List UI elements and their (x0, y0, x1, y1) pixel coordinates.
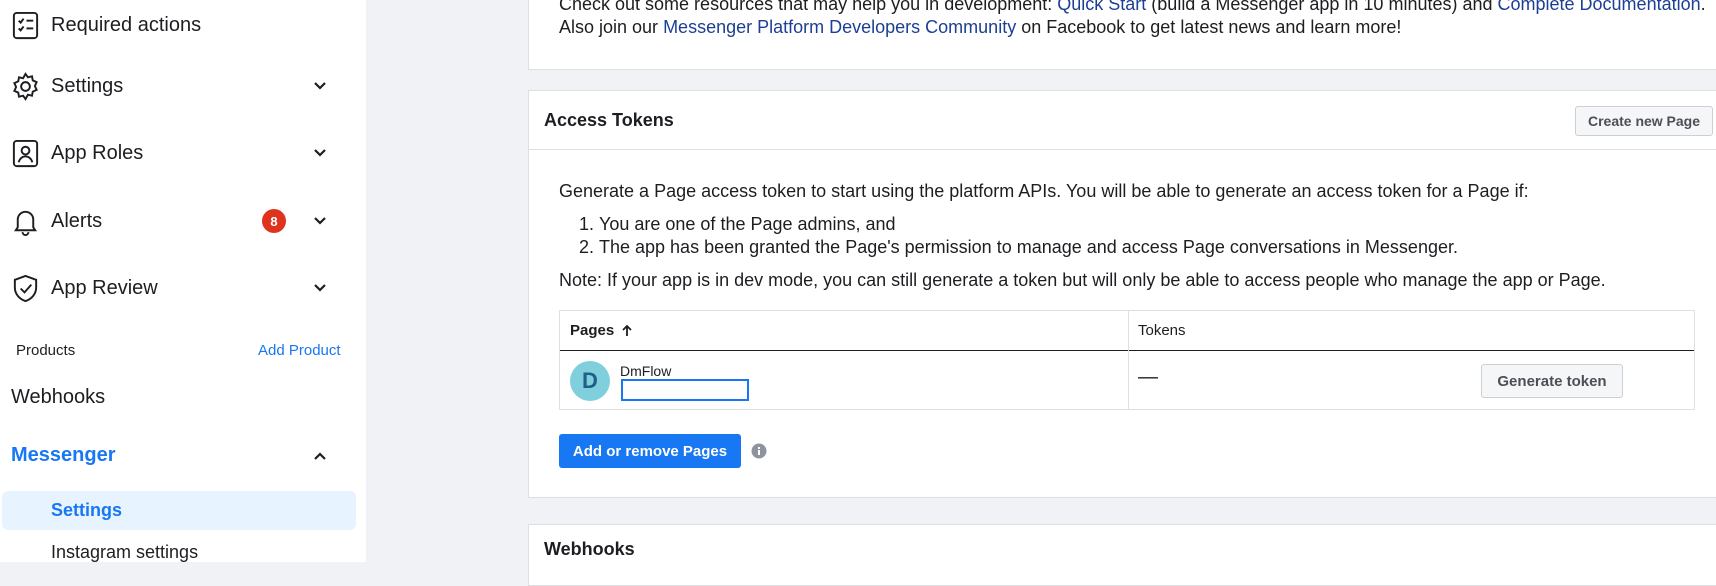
intro-line-1: Check out some resources that may help y… (559, 0, 1706, 15)
sidebar-subitem-label: Settings (51, 500, 123, 520)
intro-line-2: Also join our Messenger Platform Develop… (559, 17, 1401, 38)
webhooks-panel: Webhooks (528, 524, 1716, 586)
sort-arrow-up-icon (622, 324, 632, 336)
access-tokens-header: Access Tokens Create new Page (529, 91, 1716, 150)
sidebar-subitem-settings[interactable]: Settings (2, 491, 356, 530)
intro-text: (build a Messenger app in 10 minutes) an… (1146, 0, 1498, 14)
access-tokens-panel: Access Tokens Create new Page Generate a… (528, 90, 1716, 498)
sidebar: Required actions Settings App Roles Aler… (0, 0, 366, 562)
sidebar-item-label: Settings (51, 74, 124, 97)
page-avatar: D (570, 361, 610, 401)
sidebar-item-app-roles[interactable]: App Roles (0, 131, 366, 175)
checklist-icon (10, 10, 41, 41)
add-remove-pages-button[interactable]: Add or remove Pages (559, 434, 741, 468)
chevron-down-icon[interactable] (311, 212, 329, 230)
sidebar-item-label: App Roles (51, 141, 144, 164)
column-divider (1128, 311, 1129, 409)
condition-number: 1. (579, 214, 595, 234)
products-header: Products Add Product (0, 338, 366, 364)
access-tokens-description: Generate a Page access token to start us… (559, 181, 1529, 201)
products-label: Products (16, 342, 76, 359)
condition-text: The app has been granted the Page's perm… (599, 237, 1458, 257)
pages-table: Pages Tokens D DmFlow — Generate token (559, 310, 1695, 410)
sidebar-item-required-actions[interactable]: Required actions (0, 3, 366, 47)
intro-panel: Check out some resources that may help y… (528, 0, 1716, 70)
condition-number: 2. (579, 237, 595, 257)
id-badge-icon (10, 138, 41, 169)
intro-text: on Facebook to get latest news and learn… (1016, 17, 1402, 37)
sidebar-item-webhooks[interactable]: Webhooks (11, 386, 105, 409)
developers-community-link[interactable]: Messenger Platform Developers Community (663, 17, 1016, 37)
pages-column-label: Pages (570, 322, 615, 339)
bell-icon (10, 206, 41, 237)
sidebar-item-app-review[interactable]: App Review (0, 266, 366, 310)
table-header: Pages Tokens (560, 311, 1694, 351)
pages-column-header[interactable]: Pages (570, 322, 634, 339)
intro-text: Also join our (559, 17, 664, 37)
sidebar-item-label: Alerts (51, 209, 103, 232)
sidebar-item-label: Required actions (51, 13, 202, 36)
generate-token-button[interactable]: Generate token (1481, 364, 1623, 398)
tokens-column-header: Tokens (1138, 322, 1186, 339)
sidebar-item-label: App Review (51, 276, 158, 299)
alerts-count-badge: 8 (262, 209, 286, 233)
complete-documentation-link[interactable]: Complete Documentation (1498, 0, 1701, 14)
add-product-link[interactable]: Add Product (258, 342, 341, 359)
intro-text: Check out some resources that may help y… (559, 0, 1058, 14)
shield-check-icon (10, 273, 41, 304)
sidebar-item-alerts[interactable]: Alerts 8 (0, 199, 366, 243)
dev-mode-note: Note: If your app is in dev mode, you ca… (559, 270, 1606, 290)
page-name-input[interactable] (621, 379, 749, 401)
sidebar-item-messenger[interactable]: Messenger (0, 436, 366, 476)
create-new-page-button[interactable]: Create new Page (1575, 106, 1713, 136)
token-value: — (1138, 366, 1158, 388)
condition-text: You are one of the Page admins, and (599, 214, 896, 234)
sidebar-subitem-instagram-settings[interactable]: Instagram settings (51, 542, 198, 562)
gear-icon (10, 71, 41, 102)
condition-item: 2. The app has been granted the Page's pe… (579, 237, 1458, 258)
chevron-down-icon[interactable] (311, 77, 329, 95)
chevron-down-icon[interactable] (311, 279, 329, 297)
sidebar-item-settings[interactable]: Settings (0, 64, 366, 108)
intro-text: . (1700, 0, 1706, 14)
page-name: DmFlow (620, 363, 672, 379)
sidebar-item-label: Messenger (11, 444, 116, 466)
webhooks-title: Webhooks (544, 539, 635, 559)
access-tokens-title: Access Tokens (544, 110, 674, 130)
chevron-down-icon[interactable] (311, 144, 329, 162)
quick-start-link[interactable]: Quick Start (1057, 0, 1146, 14)
condition-item: 1. You are one of the Page admins, and (579, 214, 896, 235)
chevron-up-icon[interactable] (311, 447, 329, 465)
info-icon[interactable] (751, 443, 767, 459)
